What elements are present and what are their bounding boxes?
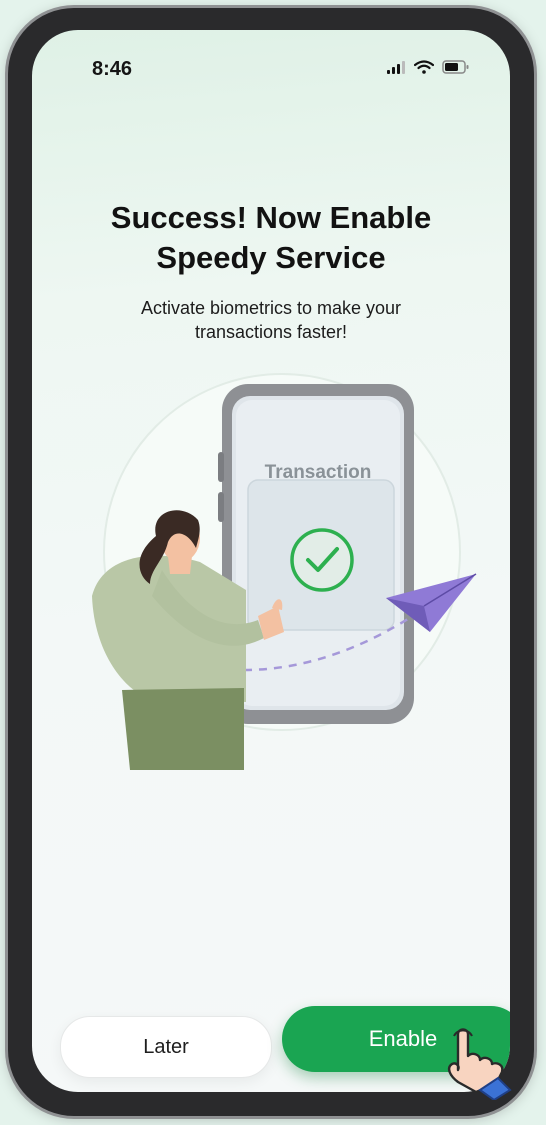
biometric-transaction-illustration: Transaction <box>92 373 477 770</box>
app-screen: 8:46 Success! Now Enable Speedy Service … <box>32 30 510 1092</box>
title-line-1: Success! Now Enable <box>110 200 432 235</box>
cellular-signal-icon <box>387 61 405 74</box>
status-bar: 8:46 <box>32 30 510 90</box>
subtitle-line-2: transactions faster! <box>194 322 348 342</box>
check-circle-icon <box>290 528 354 592</box>
tap-hand-icon <box>447 1028 512 1100</box>
page-title: Success! Now Enable Speedy Service <box>32 198 510 278</box>
page-subtitle: Activate biometrics to make your transac… <box>82 296 460 344</box>
wifi-icon <box>414 60 434 74</box>
subtitle-line-1: Activate biometrics to make your <box>140 298 402 318</box>
title-line-2: Speedy Service <box>156 240 386 275</box>
status-icons <box>386 60 470 74</box>
status-time: 8:46 <box>92 58 133 80</box>
phone-frame: 8:46 Success! Now Enable Speedy Service … <box>8 8 534 1116</box>
later-button[interactable]: Later <box>60 1016 272 1078</box>
battery-icon <box>442 60 469 74</box>
illustration-phone-label: Transaction <box>265 462 372 483</box>
